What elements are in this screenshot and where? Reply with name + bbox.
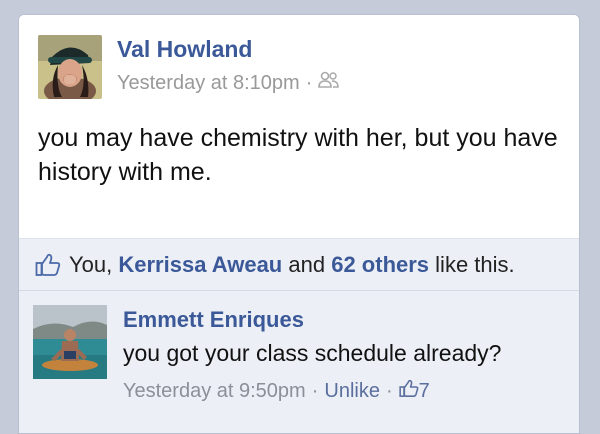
story-card: Val Howland Yesterday at 8:10pm · you ma… <box>18 14 580 434</box>
post-meta: Yesterday at 8:10pm · <box>117 71 340 95</box>
comment-like-count[interactable]: 7 <box>399 379 430 404</box>
thumbs-up-icon <box>35 253 61 277</box>
likes-and: and <box>288 251 326 277</box>
likes-you: You, <box>69 251 113 277</box>
thumbs-up-icon <box>399 379 419 404</box>
others-link[interactable]: 62 others <box>331 252 429 278</box>
comment-timestamp[interactable]: Yesterday at 9:50pm <box>123 380 306 403</box>
post-text: you may have chemistry with her, but you… <box>38 124 558 186</box>
comment-separator: · <box>311 380 319 402</box>
liker-link[interactable]: Kerrissa Aweau <box>118 252 282 278</box>
commenter-avatar[interactable] <box>33 305 107 379</box>
meta-separator: · <box>305 71 313 94</box>
author-avatar[interactable] <box>38 35 102 99</box>
comment-author-name[interactable]: Emmett Enriques <box>123 307 304 333</box>
comment-meta: Yesterday at 9:50pm · Unlike · 7 <box>123 379 430 404</box>
post: Val Howland Yesterday at 8:10pm · you ma… <box>19 15 579 238</box>
unlike-button[interactable]: Unlike <box>324 380 380 403</box>
comment-separator-2: · <box>385 380 393 402</box>
post-author-name[interactable]: Val Howland <box>117 36 252 63</box>
comment-like-number: 7 <box>418 380 430 402</box>
comment-text: you got your class schedule already? <box>123 340 502 366</box>
friends-icon <box>318 71 340 95</box>
post-timestamp[interactable]: Yesterday at 8:10pm <box>117 72 300 95</box>
likes-summary[interactable]: You, Kerrissa Aweau and 62 others like t… <box>19 238 579 291</box>
comment: Emmett Enriques you got your class sched… <box>19 291 579 433</box>
likes-suffix: like this. <box>435 251 515 277</box>
